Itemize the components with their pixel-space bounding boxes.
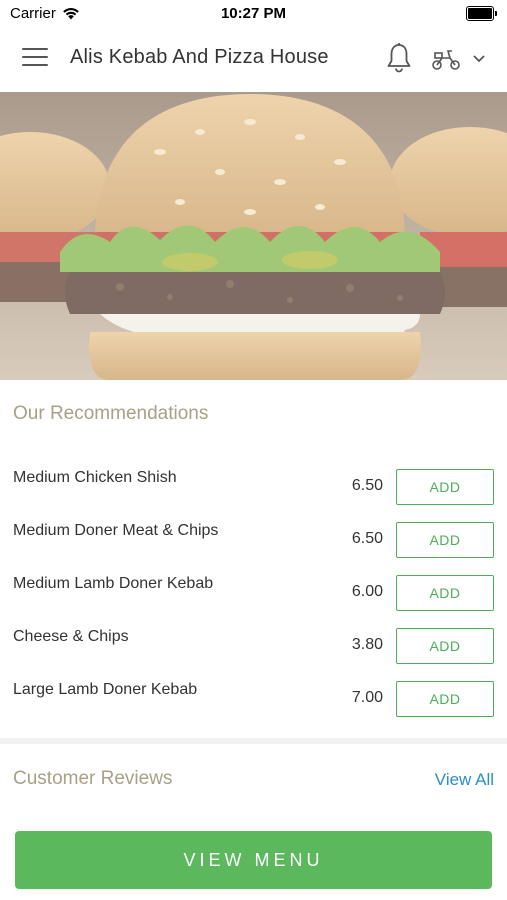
item-name: Large Lamb Doner Kebab: [13, 681, 198, 698]
add-button[interactable]: ADD: [396, 469, 494, 505]
battery-icon: [466, 6, 497, 21]
add-button[interactable]: ADD: [396, 575, 494, 611]
section-divider: [0, 738, 507, 744]
item-name: Medium Chicken Shish: [13, 469, 177, 486]
recommendations-title: Our Recommendations: [13, 403, 209, 424]
item-name: Cheese & Chips: [13, 628, 129, 645]
list-item: Large Lamb Doner Kebab 7.00 ADD: [0, 681, 507, 734]
item-price: 6.50: [351, 477, 383, 494]
item-name: Medium Doner Meat & Chips: [13, 522, 219, 539]
view-all-link[interactable]: View All: [435, 770, 494, 790]
scooter-icon[interactable]: [430, 46, 462, 72]
item-price: 3.80: [351, 636, 383, 653]
bell-icon[interactable]: [385, 42, 413, 74]
list-item: Medium Chicken Shish 6.50 ADD: [0, 469, 507, 522]
status-bar: Carrier 10:27 PM: [0, 0, 507, 26]
list-item: Medium Lamb Doner Kebab 6.00 ADD: [0, 575, 507, 628]
add-button[interactable]: ADD: [396, 522, 494, 558]
list-item: Medium Doner Meat & Chips 6.50 ADD: [0, 522, 507, 575]
item-price: 6.50: [351, 530, 383, 547]
item-price: 7.00: [351, 689, 383, 706]
list-item: Cheese & Chips 3.80 ADD: [0, 628, 507, 681]
item-price: 6.00: [351, 583, 383, 600]
view-menu-button[interactable]: VIEW MENU: [15, 831, 492, 889]
app-title: Alis Kebab And Pizza House: [70, 46, 329, 68]
item-name: Medium Lamb Doner Kebab: [13, 575, 214, 592]
hero-burger-image: [0, 92, 507, 380]
add-button[interactable]: ADD: [396, 628, 494, 664]
app-header: Alis Kebab And Pizza House: [0, 26, 507, 92]
reviews-title: Customer Reviews: [13, 768, 173, 789]
chevron-down-icon[interactable]: [472, 53, 486, 63]
menu-icon[interactable]: [22, 48, 48, 70]
status-time: 10:27 PM: [220, 5, 287, 22]
add-button[interactable]: ADD: [396, 681, 494, 717]
